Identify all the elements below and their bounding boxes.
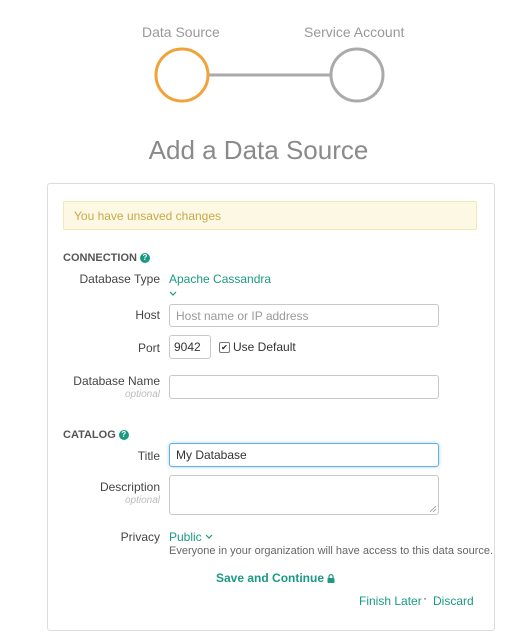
step-label-service-account: Service Account bbox=[304, 24, 405, 40]
database-type-value: Apache Cassandra bbox=[169, 272, 272, 286]
port-input[interactable] bbox=[169, 335, 211, 359]
database-name-optional: optional bbox=[124, 389, 160, 400]
title-label: Title bbox=[137, 449, 160, 463]
step-circle-active bbox=[154, 47, 210, 103]
database-type-select[interactable]: Apache Cassandra bbox=[169, 272, 271, 286]
database-type-label: Database Type bbox=[79, 272, 160, 286]
port-label: Port bbox=[137, 341, 160, 355]
host-label: Host bbox=[135, 308, 160, 322]
description-optional: optional bbox=[124, 495, 160, 506]
unsaved-changes-alert: You have unsaved changes bbox=[63, 201, 477, 230]
connection-heading: CONNECTION? bbox=[63, 252, 150, 264]
resize-grip-icon[interactable] bbox=[430, 506, 436, 512]
catalog-heading-label: CATALOG bbox=[63, 429, 116, 441]
database-name-label: Database Name bbox=[73, 374, 160, 388]
host-input[interactable] bbox=[169, 304, 439, 327]
use-default-checkbox[interactable]: ✔ bbox=[219, 342, 230, 353]
description-textarea[interactable] bbox=[169, 475, 439, 515]
privacy-label: Privacy bbox=[120, 530, 160, 544]
connection-heading-label: CONNECTION bbox=[63, 252, 137, 264]
privacy-hint: Everyone in your organization will have … bbox=[169, 545, 494, 557]
use-default-label: Use Default bbox=[233, 340, 296, 354]
step-circle-inactive bbox=[329, 47, 385, 103]
title-input[interactable] bbox=[169, 443, 439, 467]
finish-later-link[interactable]: Finish Later bbox=[359, 594, 422, 608]
catalog-heading: CATALOG? bbox=[63, 429, 129, 441]
help-icon[interactable]: ? bbox=[118, 430, 129, 440]
chevron-down-icon[interactable] bbox=[169, 291, 177, 297]
lock-icon bbox=[327, 574, 335, 583]
description-label: Description bbox=[99, 480, 160, 494]
discard-link[interactable]: Discard bbox=[433, 594, 474, 608]
privacy-select[interactable]: Public bbox=[169, 530, 213, 544]
privacy-value: Public bbox=[169, 530, 202, 544]
page-title: Add a Data Source bbox=[148, 135, 369, 165]
chevron-down-icon bbox=[205, 534, 213, 539]
save-and-continue-button[interactable]: Save and Continue bbox=[216, 571, 335, 585]
link-separator: · bbox=[423, 591, 427, 605]
database-name-input[interactable] bbox=[169, 375, 439, 399]
save-and-continue-label: Save and Continue bbox=[216, 571, 325, 585]
help-icon[interactable]: ? bbox=[139, 253, 150, 263]
form-card bbox=[47, 183, 495, 631]
stepper-progress bbox=[154, 47, 385, 103]
step-label-data-source: Data Source bbox=[142, 24, 220, 40]
